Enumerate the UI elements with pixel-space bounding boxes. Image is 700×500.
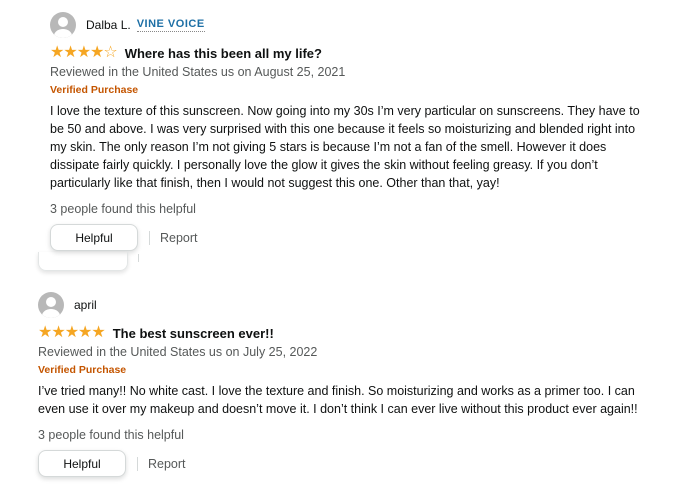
vine-voice-badge[interactable]: VINE VOICE	[136, 18, 205, 32]
verified-purchase-label[interactable]: Verified Purchase	[50, 84, 650, 96]
reviewer-name[interactable]: Dalba L.	[86, 18, 131, 32]
helpful-button[interactable]: Helpful	[50, 224, 138, 251]
review-date: Reviewed in the United States us on Augu…	[50, 65, 346, 79]
review-body: I’ve tried many!! No white cast. I love …	[38, 384, 638, 416]
review-card: Dalba L. VINE VOICE ★★★★☆ Where has this…	[50, 0, 650, 252]
star-full-icon: ★	[50, 44, 64, 61]
star-empty-icon: ☆	[103, 44, 117, 61]
verified-purchase-label[interactable]: Verified Purchase	[38, 364, 658, 376]
avatar	[38, 292, 64, 318]
report-link[interactable]: Report	[160, 231, 198, 245]
star-full-icon: ★	[78, 324, 92, 341]
review-date: Reviewed in the United States us on July…	[38, 345, 318, 359]
star-full-icon: ★	[91, 324, 105, 341]
review-title[interactable]: Where has this been all my life?	[125, 46, 322, 61]
review-body: I love the texture of this sunscreen. No…	[50, 104, 640, 190]
reviewer-name[interactable]: april	[74, 298, 97, 312]
report-link[interactable]: Report	[148, 457, 186, 471]
star-full-icon: ★	[51, 324, 65, 341]
helpful-count: 3 people found this helpful	[50, 202, 196, 216]
star-full-icon: ★	[63, 44, 77, 61]
star-full-icon: ★	[90, 44, 104, 61]
helpful-button-remnant	[38, 252, 128, 271]
star-full-icon: ★	[38, 324, 52, 341]
helpful-count: 3 people found this helpful	[38, 428, 184, 442]
star-full-icon: ★	[64, 324, 79, 341]
review-card: april ★★★★★ The best sunscreen ever!! Re…	[38, 288, 658, 500]
review-title[interactable]: The best sunscreen ever!!	[113, 326, 274, 341]
helpful-button[interactable]: Helpful	[38, 450, 126, 477]
reviewer-profile[interactable]: april	[38, 290, 658, 320]
star-full-icon: ★	[76, 44, 91, 61]
reviewer-profile[interactable]: Dalba L. VINE VOICE	[50, 10, 650, 40]
divider	[137, 456, 138, 471]
avatar	[50, 12, 76, 38]
divider	[149, 230, 150, 245]
divider	[138, 254, 139, 262]
star-rating[interactable]: ★★★★★	[38, 324, 106, 341]
star-rating[interactable]: ★★★★☆	[50, 44, 118, 61]
